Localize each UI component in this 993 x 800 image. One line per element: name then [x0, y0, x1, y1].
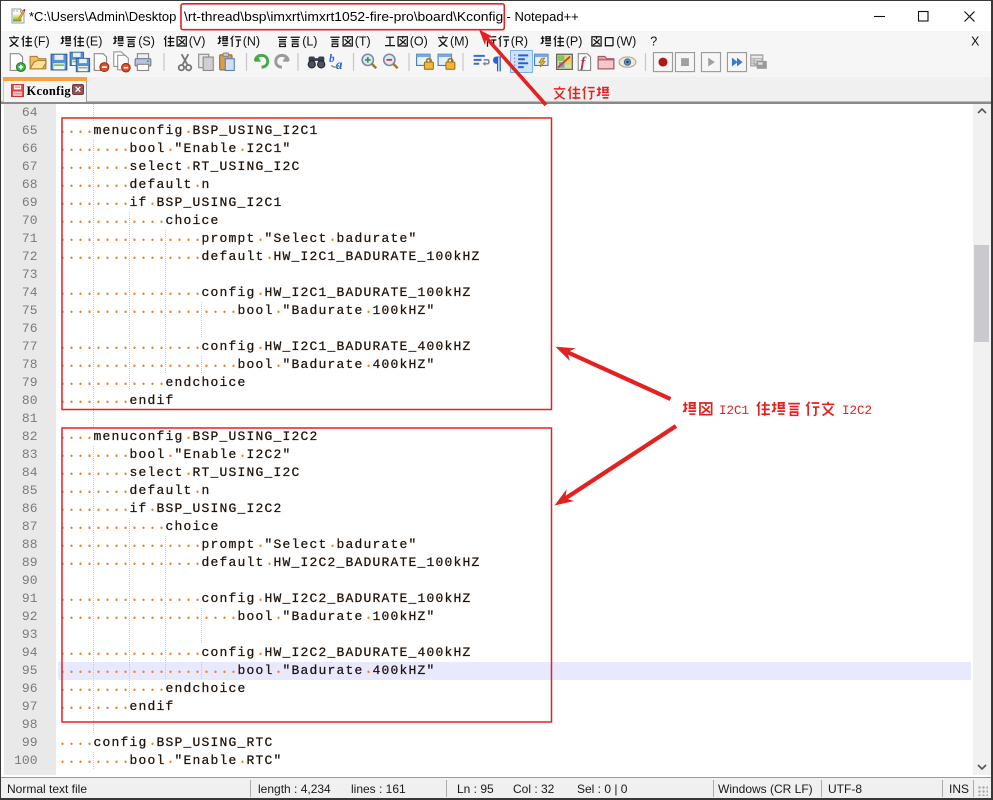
svg-text:?: ? [650, 34, 657, 48]
svg-text:(N): (N) [243, 34, 260, 48]
svg-text:(E): (E) [86, 34, 103, 48]
svg-text:(F): (F) [34, 34, 50, 48]
svg-text:(P): (P) [566, 34, 583, 48]
svg-text:(M): (M) [450, 34, 469, 48]
svg-text:X: X [971, 34, 980, 48]
svg-text:(W): (W) [616, 34, 636, 48]
svg-text:(T): (T) [355, 34, 371, 48]
svg-text:(R): (R) [511, 34, 528, 48]
svg-text:(L): (L) [302, 34, 317, 48]
svg-text:a: a [336, 57, 343, 72]
svg-text:(O): (O) [410, 34, 428, 48]
svg-text:¶: ¶ [492, 53, 502, 74]
svg-text:(S): (S) [138, 34, 155, 48]
svg-text:b: b [329, 53, 335, 65]
svg-text:(V): (V) [189, 34, 206, 48]
